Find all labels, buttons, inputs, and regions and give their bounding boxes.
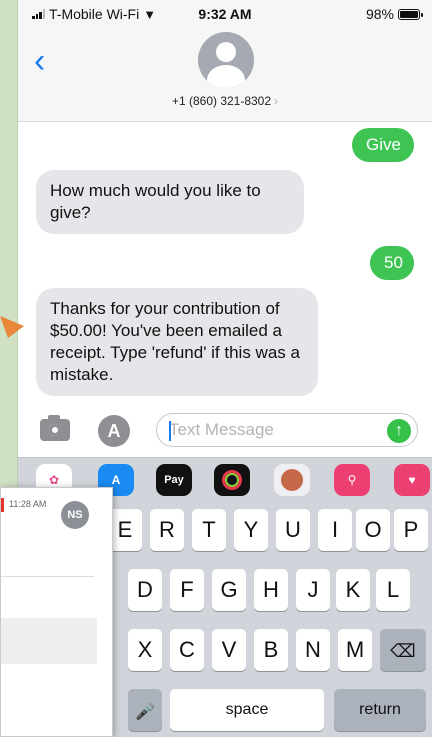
key-j[interactable]: J [296, 569, 330, 611]
contact-phone: +1 (860) 321-8302 [171, 94, 272, 108]
status-bar: T-Mobile Wi-Fi ▼ 9:32 AM 98% [18, 4, 432, 28]
back-chevron-icon[interactable]: ‹ [34, 44, 45, 78]
notification-card[interactable]: 11:28 AM NS [0, 487, 113, 737]
conversation-header: T-Mobile Wi-Fi ▼ 9:32 AM 98% ‹ +1 (860) … [18, 0, 432, 122]
digital-touch-app-icon[interactable]: ♥ [394, 464, 430, 496]
app-store-icon[interactable]: A [98, 415, 130, 447]
key-g[interactable]: G [212, 569, 246, 611]
key-k[interactable]: K [336, 569, 370, 611]
key-r[interactable]: R [150, 509, 184, 551]
key-u[interactable]: U [276, 509, 310, 551]
microphone-key[interactable]: 🎤 [128, 689, 162, 731]
apple-pay-app-icon[interactable]: Pay [156, 464, 192, 496]
message-bubble-sent[interactable]: Give [352, 128, 414, 162]
message-input-bar: A ↑ [18, 405, 432, 457]
key-b[interactable]: B [254, 629, 288, 671]
unread-marker [1, 498, 4, 512]
message-bubble-sent[interactable]: 50 [370, 246, 414, 280]
key-t[interactable]: T [192, 509, 226, 551]
battery-icon [398, 8, 423, 20]
key-p[interactable]: P [394, 509, 428, 551]
key-f[interactable]: F [170, 569, 204, 611]
message-input[interactable] [157, 414, 357, 446]
delete-key[interactable]: ⌫ [380, 629, 426, 671]
space-key[interactable]: space [170, 689, 324, 731]
key-h[interactable]: H [254, 569, 288, 611]
microphone-icon: 🎤 [135, 704, 155, 721]
chevron-right-icon: › [274, 94, 279, 108]
message-bubble-received[interactable]: How much would you like to give? [36, 170, 304, 234]
message-text: 50 [384, 253, 403, 272]
notification-time: 11:28 AM [9, 499, 47, 509]
return-key[interactable]: return [334, 689, 426, 731]
send-arrow-icon[interactable]: ↑ [387, 419, 411, 443]
web-search-app-icon[interactable]: ⚲ [334, 464, 370, 496]
divider [1, 576, 94, 577]
activity-app-icon[interactable] [214, 464, 250, 496]
key-l[interactable]: L [376, 569, 410, 611]
key-n[interactable]: N [296, 629, 330, 671]
contact-avatar[interactable] [198, 32, 254, 88]
battery-group: 98% [365, 6, 423, 22]
text-caret [169, 421, 171, 441]
message-field[interactable]: ↑ [156, 413, 418, 447]
callout-arrow-icon [0, 316, 24, 338]
sender-avatar: NS [61, 501, 89, 529]
message-text: Thanks for your contribution of $50.00! … [50, 299, 300, 384]
key-e[interactable]: E [108, 509, 142, 551]
message-bubble-received[interactable]: Thanks for your contribution of $50.00! … [36, 288, 318, 396]
key-i[interactable]: I [318, 509, 352, 551]
camera-icon[interactable] [40, 415, 70, 441]
key-c[interactable]: C [170, 629, 204, 671]
key-v[interactable]: V [212, 629, 246, 671]
memoji-app-icon[interactable] [274, 464, 310, 496]
key-d[interactable]: D [128, 569, 162, 611]
message-text: Give [366, 135, 401, 154]
contact-name[interactable]: +1 (860) 321-8302 › [18, 94, 432, 108]
key-x[interactable]: X [128, 629, 162, 671]
key-y[interactable]: Y [234, 509, 268, 551]
message-text: How much would you like to give? [50, 181, 261, 222]
battery-percent: 98% [365, 6, 394, 22]
key-o[interactable]: O [356, 509, 390, 551]
key-m[interactable]: M [338, 629, 372, 671]
delete-icon: ⌫ [390, 641, 416, 661]
notification-content-box [1, 618, 97, 664]
